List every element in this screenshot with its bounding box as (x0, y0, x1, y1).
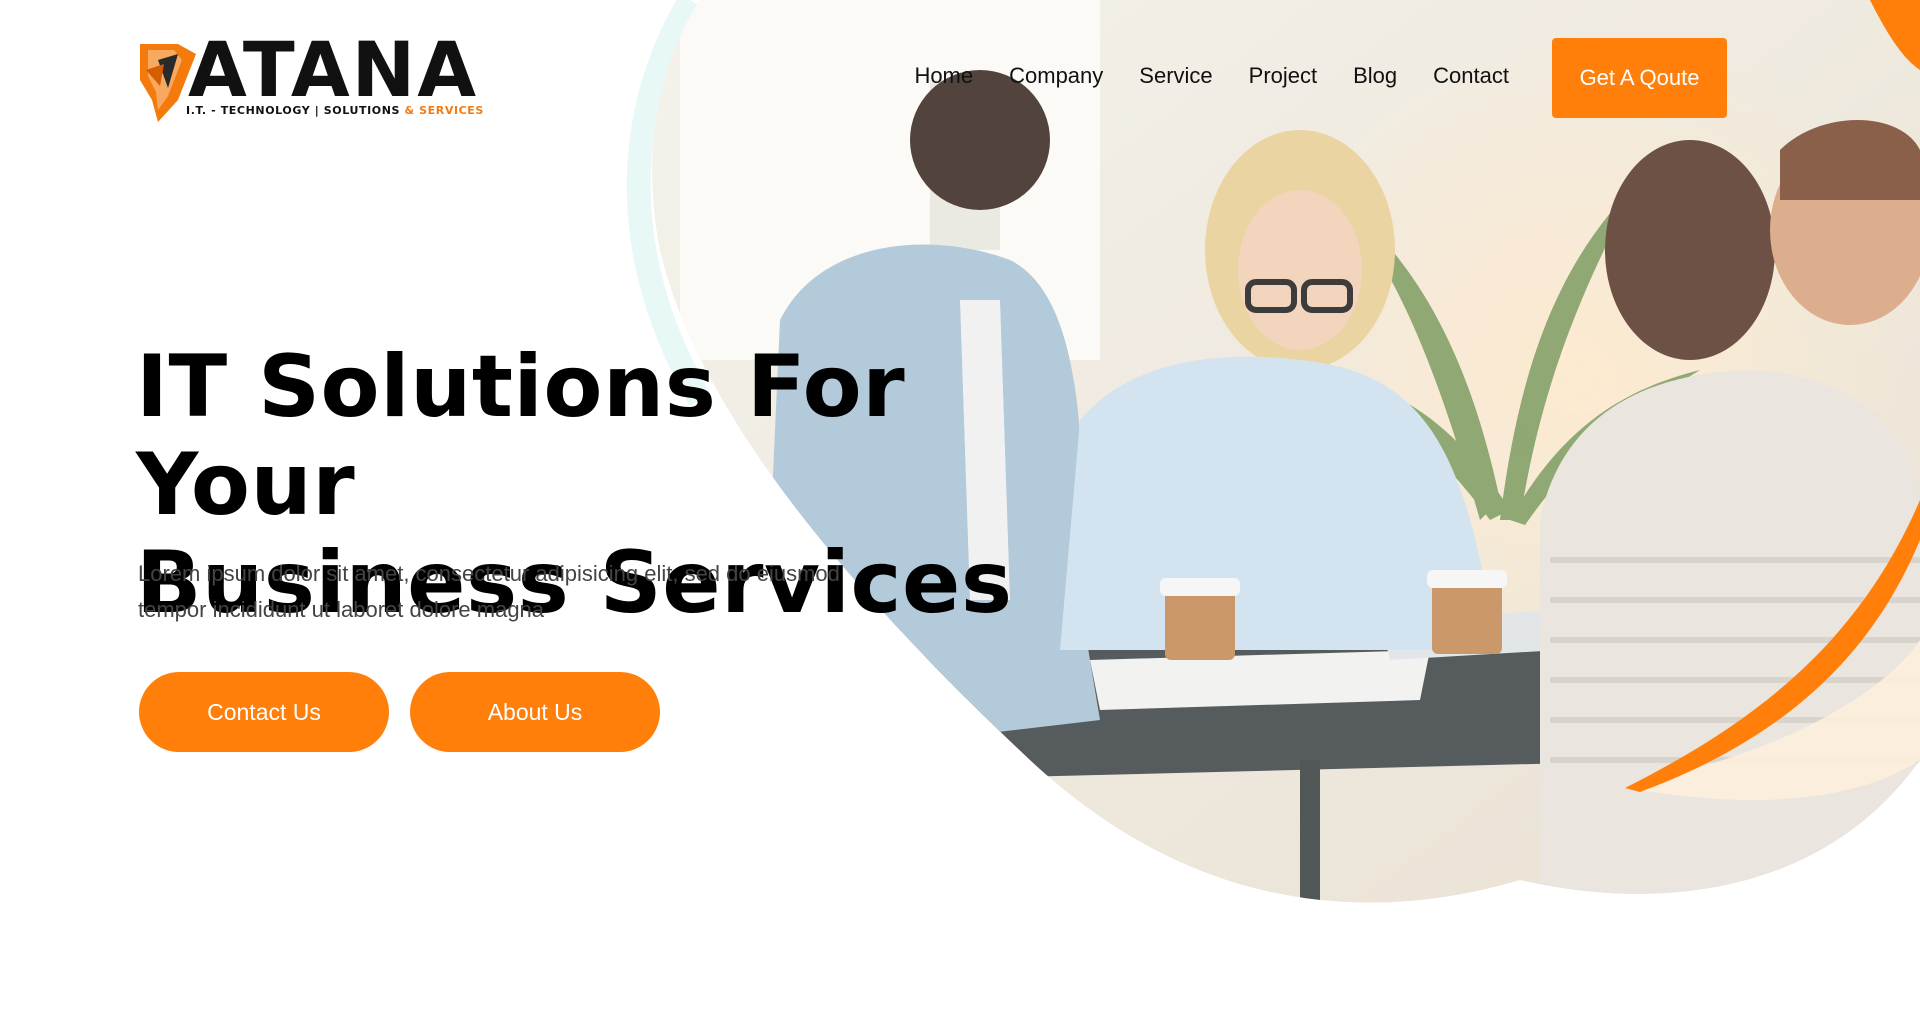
hero-description: Lorem ipsum dolor sit amet, consectetur … (138, 561, 840, 622)
nav-item-service[interactable]: Service (1139, 62, 1212, 90)
logo-tagline-main: I.T. - TECHNOLOGY | SOLUTIONS (186, 104, 405, 117)
logo[interactable]: ATANA I.T. - TECHNOLOGY | SOLUTIONS & SE… (138, 32, 498, 122)
nav-item-home[interactable]: Home (914, 62, 973, 90)
logo-tagline-accent: & SERVICES (404, 104, 484, 117)
hero-headline-line-1: IT Solutions For Your (136, 337, 906, 535)
nav-item-contact[interactable]: Contact (1433, 62, 1509, 90)
contact-us-button[interactable]: Contact Us (139, 672, 389, 752)
nav-item-project[interactable]: Project (1249, 62, 1317, 90)
nav-item-company[interactable]: Company (1009, 62, 1103, 90)
logo-tagline: I.T. - TECHNOLOGY | SOLUTIONS & SERVICES (186, 104, 484, 117)
about-us-button[interactable]: About Us (410, 672, 660, 752)
nav-item-blog[interactable]: Blog (1353, 62, 1397, 90)
logo-wordmark: ATANA (188, 25, 479, 114)
main-nav: Home Company Service Project Blog Contac… (914, 62, 1509, 90)
get-quote-button[interactable]: Get A Qoute (1552, 38, 1727, 118)
